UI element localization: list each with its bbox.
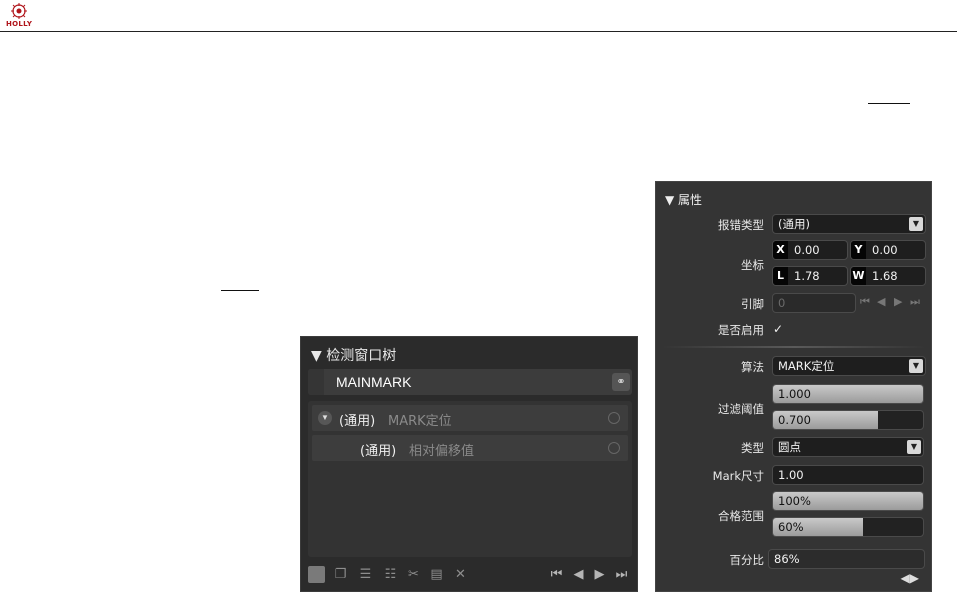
pin-label: 引脚 bbox=[741, 297, 764, 311]
y-value: 0.00 bbox=[872, 243, 898, 257]
slider-value: 0.700 bbox=[778, 413, 811, 427]
section-divider bbox=[662, 346, 926, 348]
w-field[interactable]: W 1.68 bbox=[850, 266, 926, 286]
tree-row[interactable]: (通用) 相对偏移值 bbox=[312, 435, 628, 461]
l-field[interactable]: L 1.78 bbox=[772, 266, 848, 286]
row-handle[interactable] bbox=[308, 369, 324, 395]
properties-title: ▼ 属性 bbox=[665, 193, 703, 207]
x-field[interactable]: X 0.00 bbox=[772, 240, 848, 260]
root-window-row[interactable]: MAINMARK ⚭ bbox=[308, 369, 632, 395]
paste-icon[interactable]: ▤ bbox=[428, 566, 445, 583]
pin-last-icon[interactable]: ⏭ bbox=[910, 295, 920, 309]
x-value: 0.00 bbox=[794, 243, 820, 257]
l-tag: L bbox=[773, 267, 788, 285]
w-tag: W bbox=[851, 267, 866, 285]
chevron-down-icon[interactable]: ▼ bbox=[907, 440, 921, 454]
copy-icon[interactable]: ❐ bbox=[332, 566, 349, 583]
row-algorithm: 相对偏移值 bbox=[409, 444, 475, 459]
first-icon[interactable]: ⏮ bbox=[548, 566, 565, 583]
detection-window-tree-panel: ▼ 检测窗口树 MAINMARK ⚭ ▼ (通用) MARK定位 (通用) 相对… bbox=[300, 336, 638, 592]
row-kind: (通用) bbox=[339, 414, 376, 429]
mark-size-value: 1.00 bbox=[778, 468, 804, 482]
pin-value: 0 bbox=[778, 296, 786, 310]
list-icon[interactable]: ☰ bbox=[357, 566, 374, 583]
prev-icon[interactable]: ◀ bbox=[570, 566, 587, 583]
tree-list: ▼ (通用) MARK定位 (通用) 相对偏移值 bbox=[308, 401, 632, 557]
pass-range-slider-2[interactable]: 60% bbox=[772, 517, 924, 537]
percentage-label: 百分比 bbox=[729, 553, 765, 567]
root-window-name: MAINMARK bbox=[336, 374, 412, 390]
error-type-select[interactable]: (通用) ▼ bbox=[772, 214, 926, 234]
percentage-input[interactable]: 86% bbox=[768, 549, 925, 569]
prev-icon[interactable]: ◀ bbox=[901, 571, 910, 585]
pin-first-icon[interactable]: ⏮ bbox=[860, 295, 870, 309]
slider-value: 1.000 bbox=[778, 387, 811, 401]
y-tag: Y bbox=[851, 241, 866, 259]
slider-value: 100% bbox=[778, 494, 811, 508]
pin-prev-icon[interactable]: ◀ bbox=[877, 295, 885, 308]
pass-range-slider-1[interactable]: 100% bbox=[772, 491, 924, 511]
pin-next-icon[interactable]: ▶ bbox=[894, 295, 902, 308]
tree-row[interactable]: ▼ (通用) MARK定位 bbox=[312, 405, 628, 431]
filter-threshold-label: 过滤阈值 bbox=[718, 402, 764, 416]
next-icon[interactable]: ▶ bbox=[591, 566, 608, 583]
add-window-icon[interactable] bbox=[308, 566, 325, 583]
expand-toggle-icon[interactable]: ▼ bbox=[318, 411, 332, 425]
algorithm-select[interactable]: MARK定位 ▼ bbox=[772, 356, 926, 376]
chevron-down-icon[interactable]: ▼ bbox=[909, 217, 923, 231]
list-add-icon[interactable]: ☷ bbox=[382, 566, 399, 583]
row-algorithm: MARK定位 bbox=[388, 414, 452, 429]
mark-size-label: Mark尺寸 bbox=[712, 469, 764, 483]
last-icon[interactable]: ⏭ bbox=[613, 566, 630, 583]
properties-panel: ▼ 属性 报错类型 (通用) ▼ 坐标 X 0.00 Y 0.00 L 1.78… bbox=[655, 181, 932, 592]
slider-value: 60% bbox=[778, 520, 804, 534]
pass-range-label: 合格范围 bbox=[718, 509, 764, 523]
next-icon[interactable]: ▶ bbox=[910, 571, 919, 585]
row-select-radio[interactable] bbox=[608, 442, 620, 454]
decorative-line bbox=[868, 103, 910, 104]
tree-panel-title: ▼ 检测窗口树 bbox=[311, 348, 397, 364]
algorithm-value: MARK定位 bbox=[778, 359, 835, 373]
algorithm-label: 算法 bbox=[741, 360, 764, 374]
chevron-down-icon[interactable]: ▼ bbox=[909, 359, 923, 373]
row-kind: (通用) bbox=[360, 444, 397, 459]
header-divider bbox=[0, 31, 957, 32]
y-field[interactable]: Y 0.00 bbox=[850, 240, 926, 260]
row-select-radio[interactable] bbox=[608, 412, 620, 424]
error-type-label: 报错类型 bbox=[718, 218, 764, 232]
x-tag: X bbox=[773, 241, 788, 259]
panel-nav: ◀▶ bbox=[901, 571, 919, 585]
coords-label: 坐标 bbox=[741, 258, 764, 272]
type-label: 类型 bbox=[741, 441, 764, 455]
pin-input[interactable]: 0 bbox=[772, 293, 856, 313]
type-select[interactable]: 圆点 ▼ bbox=[772, 437, 924, 457]
delete-icon[interactable]: ✕ bbox=[452, 566, 469, 583]
type-value: 圆点 bbox=[778, 440, 801, 454]
w-value: 1.68 bbox=[872, 269, 898, 283]
enabled-label: 是否启用 bbox=[718, 323, 764, 337]
tree-toolbar: ❐ ☰ ☷ ✂ ▤ ✕ ⏮ ◀ ▶ ⏭ bbox=[308, 564, 632, 586]
decorative-line bbox=[221, 290, 259, 291]
mark-size-input[interactable]: 1.00 bbox=[772, 465, 924, 485]
logo-text: HOLLY bbox=[6, 20, 33, 28]
error-type-value: (通用) bbox=[778, 217, 810, 231]
filter-threshold-slider-1[interactable]: 1.000 bbox=[772, 384, 924, 404]
cut-icon[interactable]: ✂ bbox=[405, 566, 422, 583]
link-icon[interactable]: ⚭ bbox=[612, 373, 630, 391]
filter-threshold-slider-2[interactable]: 0.700 bbox=[772, 410, 924, 430]
enabled-checkbox[interactable]: ✓ bbox=[773, 322, 783, 336]
l-value: 1.78 bbox=[794, 269, 820, 283]
percentage-value: 86% bbox=[774, 552, 800, 566]
